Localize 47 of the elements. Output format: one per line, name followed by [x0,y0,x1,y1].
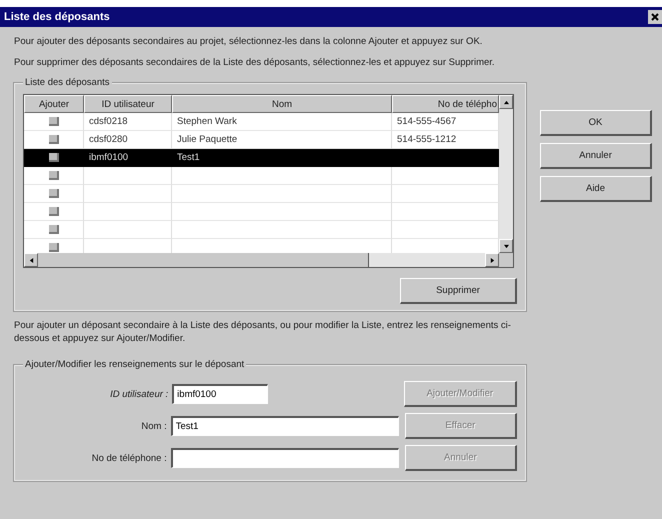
table-cell: Stephen Wark [177,116,237,127]
close-button[interactable] [648,10,662,24]
table-cell: Julie Paquette [177,134,238,145]
instruction-text: Pour ajouter un déposant secondaire à la Liste des déposants, ou pour modifier la Liste, entrez les renseignements ci-dessous et appuyez sur Ajouter/Modifier. [14,319,512,345]
dialog-button[interactable]: OK [540,110,652,136]
column-header[interactable]: ID utilisateur [84,95,172,113]
input-field[interactable]: Test1 [170,416,399,436]
field-label: Nom : [140,420,168,432]
column-header[interactable]: Nom [172,95,392,113]
field-label: ID utilisateur : [109,388,170,400]
table-cell: Test1 [177,152,200,163]
table-row[interactable]: ibmf0100 Test1 [24,149,499,167]
table-cell: 514-555-1212 [397,134,456,145]
table-cell: 514-555-4567 [397,116,456,127]
column-header[interactable]: Ajouter [24,95,84,113]
table-cell: cdsf0280 [89,134,128,145]
table-row[interactable]: cdsf0218 Stephen Wark 514-555-4567 [24,113,499,131]
checkbox[interactable] [48,189,58,198]
checkbox[interactable] [48,117,58,126]
scrollbar[interactable] [24,253,513,267]
table-cell: cdsf0218 [89,116,128,127]
checkbox[interactable] [48,135,58,144]
dialog-button[interactable]: Supprimer [400,278,517,304]
scrollbar[interactable] [499,95,513,253]
checkbox[interactable] [48,171,58,180]
instruction-text: Pour supprimer des déposants secondaires de la Liste des déposants, sélectionnez-les et appuyez sur Supprimer. [14,56,496,69]
dialog-button[interactable]: Aide [540,176,652,202]
instruction-text: Pour ajouter des déposants secondaires au projet, sélectionnez-les dans la colonne Ajouter et appuyez sur OK. [14,35,484,48]
input-field[interactable] [170,448,399,468]
checkbox[interactable] [48,243,58,252]
group-title: Liste des déposants [23,77,112,88]
scroll-down-icon[interactable] [504,244,508,248]
close-icon [651,13,659,21]
scroll-up-icon[interactable] [504,100,508,104]
checkbox[interactable] [48,225,58,234]
checkbox[interactable] [48,207,58,216]
column-header[interactable]: No de télépho [392,95,499,113]
checkbox[interactable] [48,153,58,162]
scroll-left-icon[interactable] [28,258,34,262]
window-title: Liste des déposants [4,11,110,23]
dialog-button[interactable]: Annuler [540,143,652,169]
table-cell: ibmf0100 [89,152,128,163]
group-title: Ajouter/Modifier les renseignements sur le déposant [23,359,246,370]
scrollbar-corner [499,253,513,267]
input-field[interactable]: ibmf0100 [172,384,268,404]
scroll-right-icon[interactable] [490,258,494,262]
field-label: No de téléphone : [90,452,168,464]
